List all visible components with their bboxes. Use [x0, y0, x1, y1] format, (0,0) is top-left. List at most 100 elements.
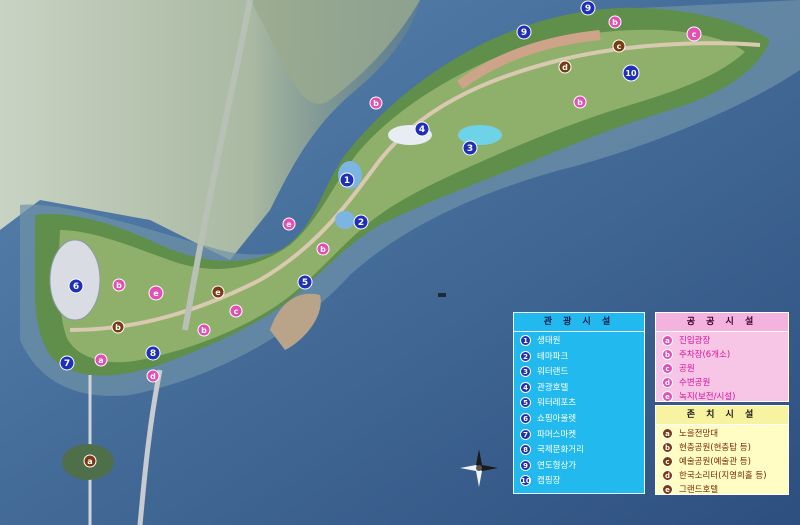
svg-text:2: 2: [358, 218, 364, 228]
tour-marker-9[interactable]: 9: [516, 24, 532, 40]
special-letter-icon: c: [662, 456, 673, 467]
tour-marker-2[interactable]: 2: [353, 214, 369, 230]
legend-special-item: a 노을전망대: [662, 427, 788, 441]
svg-text:e: e: [286, 220, 292, 229]
legend-tour-item: 9 연도형상가: [520, 459, 644, 475]
special-marker-b[interactable]: b: [111, 320, 125, 334]
tour-number-icon: 10: [520, 475, 531, 487]
legend-public-facilities: 공 공 시 설 a 진입광장 b 주차장(6개소) c 공원 d 수변공원 e 녹지(보전…: [655, 312, 789, 402]
svg-text:6: 6: [73, 282, 79, 292]
tour-marker-5[interactable]: 5: [297, 274, 313, 290]
svg-text:1: 1: [344, 176, 350, 186]
public-marker-a[interactable]: a: [94, 353, 108, 367]
legend-tour-label: 워터레포츠: [537, 398, 577, 409]
legend-tour-label: 관광호텔: [537, 382, 569, 393]
legend-special-title: 존 치 시 설: [656, 406, 788, 425]
legend-special-item: d 한국소리터(지영희홀 등): [662, 469, 788, 483]
public-marker-b3[interactable]: b: [316, 242, 330, 256]
legend-public-item: a 진입광장: [662, 334, 788, 348]
public-marker-b6[interactable]: b: [608, 15, 622, 29]
legend-tour-label: 캠핑장: [537, 476, 561, 487]
tour-marker-8[interactable]: 8: [145, 345, 161, 361]
legend-tour-facilities: 관 광 시 설 1 생태원 2 테마파크 3 워터랜드 4 관광호텔 5 워터레포츠 6쇼…: [513, 312, 645, 494]
special-letter-icon: d: [662, 470, 673, 481]
theme-park-dome: [335, 211, 355, 229]
legend-public-title: 공 공 시 설: [656, 313, 788, 332]
legend-tour-item: 3 워터랜드: [520, 365, 644, 381]
public-marker-c1[interactable]: c: [229, 304, 243, 318]
svg-text:a: a: [87, 457, 92, 466]
tour-marker-7[interactable]: 7: [59, 355, 75, 371]
legend-tour-item: 6 쇼핑아울렛: [520, 412, 644, 428]
tour-number-icon: 6: [520, 412, 531, 424]
special-marker-e[interactable]: e: [211, 285, 225, 299]
legend-public-label: 진입광장: [679, 336, 711, 346]
legend-special-item: b 현충공원(현충탑 등): [662, 441, 788, 455]
legend-special-list: a 노을전망대 b 현충공원(현충탑 등) c 예술공원(예술관 등) d 한국소리터(…: [656, 427, 788, 497]
legend-tour-item: 10 캠핑장: [520, 474, 644, 490]
public-letter-icon: d: [662, 377, 673, 388]
legend-public-list: a 진입광장 b 주차장(6개소) c 공원 d 수변공원 e 녹지(보전/시설): [656, 334, 788, 404]
legend-tour-label: 워터랜드: [537, 367, 569, 378]
svg-text:b: b: [201, 326, 207, 335]
svg-text:7: 7: [64, 359, 70, 369]
public-marker-e2[interactable]: e: [282, 217, 296, 231]
legend-public-label: 공원: [679, 364, 695, 374]
tour-number-icon: 9: [520, 459, 531, 471]
legend-tour-list: 1 생태원 2 테마파크 3 워터랜드 4 관광호텔 5 워터레포츠 6 쇼핑아울렛 7 파머…: [514, 334, 644, 490]
public-marker-b2[interactable]: b: [197, 323, 211, 337]
public-marker-e1[interactable]: e: [148, 285, 164, 301]
public-marker-d[interactable]: d: [146, 369, 160, 383]
legend-tour-item: 2 테마파크: [520, 350, 644, 366]
legend-public-label: 녹지(보전/시설): [679, 392, 736, 402]
svg-text:b: b: [577, 98, 583, 107]
tour-marker-6[interactable]: 6: [68, 278, 84, 294]
legend-public-item: c 공원: [662, 362, 788, 376]
tour-number-icon: 3: [520, 366, 531, 378]
public-marker-b5[interactable]: b: [573, 95, 587, 109]
legend-special-label: 노을전망대: [679, 429, 719, 439]
svg-text:b: b: [320, 245, 326, 254]
public-letter-icon: e: [662, 391, 673, 402]
special-marker-d[interactable]: d: [558, 60, 572, 74]
legend-special-label: 예술공원(예술관 등): [679, 457, 751, 467]
boat: [438, 293, 446, 297]
legend-tour-label: 테마파크: [537, 351, 569, 362]
tour-marker-3[interactable]: 3: [462, 140, 478, 156]
tour-number-icon: 2: [520, 350, 531, 362]
tour-marker-4[interactable]: 4: [414, 121, 430, 137]
legend-special-label: 그랜드호텔: [679, 485, 719, 495]
legend-tour-label: 국제문화거리: [537, 445, 584, 456]
legend-public-label: 수변공원: [679, 378, 711, 388]
special-letter-icon: b: [662, 442, 673, 453]
svg-text:b: b: [612, 18, 618, 27]
public-marker-c2[interactable]: c: [686, 26, 702, 42]
tour-marker-10[interactable]: 10: [622, 64, 640, 82]
svg-text:10: 10: [625, 69, 637, 78]
tour-marker-9b[interactable]: 9: [580, 0, 596, 16]
svg-text:d: d: [150, 372, 156, 381]
legend-public-item: d 수변공원: [662, 376, 788, 390]
svg-text:e: e: [153, 289, 159, 298]
legend-retained-facilities: 존 치 시 설 a 노을전망대 b 현충공원(현충탑 등) c 예술공원(예술관 등)…: [655, 405, 789, 495]
tour-number-icon: 5: [520, 397, 531, 409]
special-marker-c[interactable]: c: [612, 39, 626, 53]
tour-number-icon: 8: [520, 444, 531, 456]
svg-text:c: c: [692, 30, 697, 39]
tour-marker-1[interactable]: 1: [339, 172, 355, 188]
public-marker-b1[interactable]: b: [112, 278, 126, 292]
tour-number-icon: 4: [520, 381, 531, 393]
legend-tour-label: 쇼핑아울렛: [537, 413, 577, 424]
public-letter-icon: c: [662, 363, 673, 374]
special-marker-a[interactable]: a: [83, 454, 97, 468]
legend-special-label: 현충공원(현충탑 등): [679, 443, 751, 453]
svg-text:c: c: [617, 42, 622, 51]
legend-tour-item: 1 생태원: [520, 334, 644, 350]
public-letter-icon: a: [662, 335, 673, 346]
public-marker-b4[interactable]: b: [369, 96, 383, 110]
legend-special-item: e 그랜드호텔: [662, 483, 788, 497]
svg-text:e: e: [215, 288, 221, 297]
legend-special-label: 한국소리터(지영희홀 등): [679, 471, 767, 481]
legend-special-item: c 예술공원(예술관 등): [662, 455, 788, 469]
svg-text:3: 3: [467, 144, 473, 154]
